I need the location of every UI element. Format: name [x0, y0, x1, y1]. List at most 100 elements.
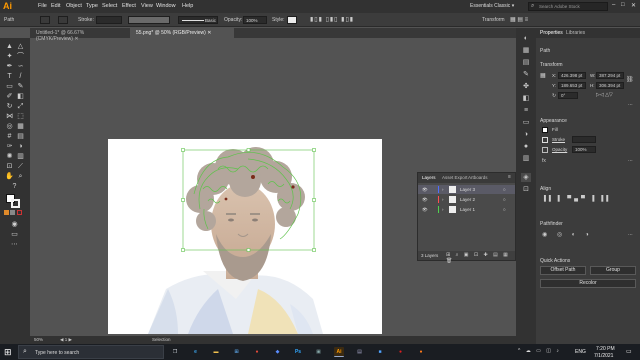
align-icons[interactable]: ▮▯▮ ▯▮▯ ▮▯▮: [310, 16, 354, 23]
photoshop-icon[interactable]: Ps: [293, 347, 303, 357]
layer-row[interactable]: 👁 › Layer 2 ○: [418, 195, 515, 204]
fill-swatch[interactable]: [40, 16, 50, 24]
clock-time[interactable]: 7:20 PM: [596, 346, 615, 352]
type-tool-icon[interactable]: T: [5, 72, 14, 81]
stroke-weight-field[interactable]: [96, 16, 122, 24]
menu-view[interactable]: View: [141, 3, 153, 9]
search-field[interactable]: ⌕ Search Adobe Stock: [528, 2, 608, 11]
flip-icons[interactable]: ▷◁ △▽: [596, 92, 613, 98]
appearance-more-icon[interactable]: ⋯: [628, 158, 633, 164]
illustrator-icon[interactable]: Ai: [334, 347, 344, 357]
artboard-tool-icon[interactable]: ⊡: [5, 162, 14, 171]
rotate-tool-icon[interactable]: ↻: [5, 102, 14, 111]
perspective-grid-tool-icon[interactable]: ▦: [16, 122, 25, 131]
hand-tool-icon[interactable]: ✋: [5, 172, 14, 181]
unknown5-icon[interactable]: ●: [396, 347, 406, 357]
angle-field[interactable]: 0°: [558, 92, 578, 99]
eraser-tool-icon[interactable]: ◧: [16, 92, 25, 101]
minimize-button[interactable]: –: [612, 2, 615, 8]
tab-layers[interactable]: Layers: [422, 174, 436, 182]
transform-label[interactable]: Transform: [482, 17, 505, 23]
color-guide-icon[interactable]: ▦: [521, 46, 531, 55]
screen-mode-icon[interactable]: ▭: [10, 230, 19, 239]
tab-asset-export[interactable]: Asset Export: [442, 174, 468, 182]
panel-menu-icon[interactable]: ≡: [508, 174, 511, 180]
stroke-color-swatch[interactable]: [11, 199, 20, 208]
tab-artboards[interactable]: Artboards: [468, 174, 488, 182]
draw-mode-icon[interactable]: ◉: [10, 220, 19, 229]
column-graph-tool-icon[interactable]: ▥: [16, 152, 25, 161]
eyedropper-tool-icon[interactable]: ✑: [5, 142, 14, 151]
menu-effect[interactable]: Effect: [122, 3, 136, 9]
graphic-styles-icon[interactable]: ◧: [521, 94, 531, 103]
gradient-panel-icon[interactable]: ▭: [521, 118, 531, 127]
firefox-icon[interactable]: ●: [416, 347, 426, 357]
language-indicator[interactable]: ENG: [575, 349, 586, 355]
opacity-field[interactable]: 100%: [243, 16, 267, 24]
menu-edit[interactable]: Edit: [51, 3, 60, 9]
workspace-switcher[interactable]: Essentials Classic ▾: [470, 3, 514, 9]
free-transform-tool-icon[interactable]: ⬚: [16, 112, 25, 121]
swatches-icon[interactable]: ▤: [521, 58, 531, 67]
opacity-field[interactable]: 100%: [572, 146, 596, 153]
group-button[interactable]: Group: [590, 266, 636, 275]
visibility-eye-icon[interactable]: 👁: [422, 195, 428, 204]
magic-wand-tool-icon[interactable]: ✦: [5, 52, 14, 61]
fx-icon[interactable]: fx: [542, 158, 546, 164]
recolor-button[interactable]: Recolor: [540, 279, 636, 288]
unknown2-icon[interactable]: ▣: [314, 347, 324, 357]
close-icon[interactable]: ✕: [207, 30, 211, 36]
edit-toolbar-icon[interactable]: ⋯: [10, 240, 19, 249]
fill-mode-icons[interactable]: [4, 210, 26, 216]
offset-path-button[interactable]: Offset Path: [540, 266, 586, 275]
zoom-tool-icon[interactable]: ⌕: [16, 172, 25, 181]
target-circle-icon[interactable]: ○: [503, 185, 506, 194]
tray-icons[interactable]: ^ ☁ ▭ ◫ ♪: [518, 348, 561, 354]
paintbrush-tool-icon[interactable]: ✎: [16, 82, 25, 91]
shaper-tool-icon[interactable]: ✐: [5, 92, 14, 101]
panel-options-icons[interactable]: ▦ ▤ ≡: [510, 16, 528, 23]
gradient-tool-icon[interactable]: ▤: [16, 132, 25, 141]
expand-arrow-icon[interactable]: ›: [442, 185, 444, 194]
pen-tool-icon[interactable]: ✒: [5, 62, 14, 71]
stroke-weight-field[interactable]: [572, 136, 596, 143]
reference-point-icon[interactable]: ▦: [540, 72, 546, 79]
tab-properties[interactable]: Properties: [540, 30, 563, 36]
menu-select[interactable]: Select: [102, 3, 117, 9]
folder-icon[interactable]: ▬: [211, 347, 221, 357]
h-field[interactable]: 306.394 pt: [596, 82, 624, 89]
zoom-level[interactable]: 50%: [34, 337, 43, 342]
none-mode-icon[interactable]: [16, 210, 22, 215]
slice-tool-icon[interactable]: ⟋: [16, 162, 25, 171]
color-panel-icon[interactable]: ◐: [521, 34, 531, 43]
tab-untitled[interactable]: Untitled-1* @ 66.67% (CMYK/Preview) ✕: [30, 28, 128, 42]
appearance-icon[interactable]: ●: [521, 142, 531, 151]
stroke-panel-icon[interactable]: ≡: [521, 106, 531, 115]
align-panel-icon[interactable]: ▥: [521, 154, 531, 163]
layers-footer-icons[interactable]: ⊞ ⌕ ▣ ⊡ ✚ ▤ ▦ 🗑: [446, 252, 515, 264]
menu-file[interactable]: File: [38, 3, 47, 9]
mesh-tool-icon[interactable]: #: [5, 132, 14, 141]
curvature-tool-icon[interactable]: ∽: [16, 62, 25, 71]
artboards-panel-icon[interactable]: ⊡: [521, 185, 531, 194]
w-field[interactable]: 387.294 pt: [596, 72, 624, 79]
stroke-swatch[interactable]: [542, 137, 548, 143]
variable-width-field[interactable]: [128, 16, 170, 24]
chrome-icon[interactable]: ●: [252, 347, 262, 357]
layer-name[interactable]: Layer 3: [460, 185, 475, 194]
brush-definition-field[interactable]: Basic: [178, 16, 218, 24]
scale-tool-icon[interactable]: ⤢: [16, 102, 25, 111]
link-proportions-icon[interactable]: ⛓: [626, 76, 634, 83]
layer-name[interactable]: Layer 1: [460, 205, 475, 214]
target-circle-icon[interactable]: ○: [503, 205, 506, 214]
graphic-style-swatch[interactable]: [287, 16, 297, 24]
shape-builder-tool-icon[interactable]: ◎: [5, 122, 14, 131]
color-mode-icon[interactable]: [4, 210, 9, 215]
rectangle-tool-icon[interactable]: ▭: [5, 82, 14, 91]
more-options-icon[interactable]: ⋯: [628, 102, 633, 108]
selection-tool-icon[interactable]: ▲: [5, 42, 14, 51]
stroke-swatch[interactable]: [58, 16, 68, 24]
transparency-icon[interactable]: ◑: [521, 130, 531, 139]
symbol-sprayer-tool-icon[interactable]: ✺: [5, 152, 14, 161]
notifications-icon[interactable]: ▭: [626, 348, 632, 355]
